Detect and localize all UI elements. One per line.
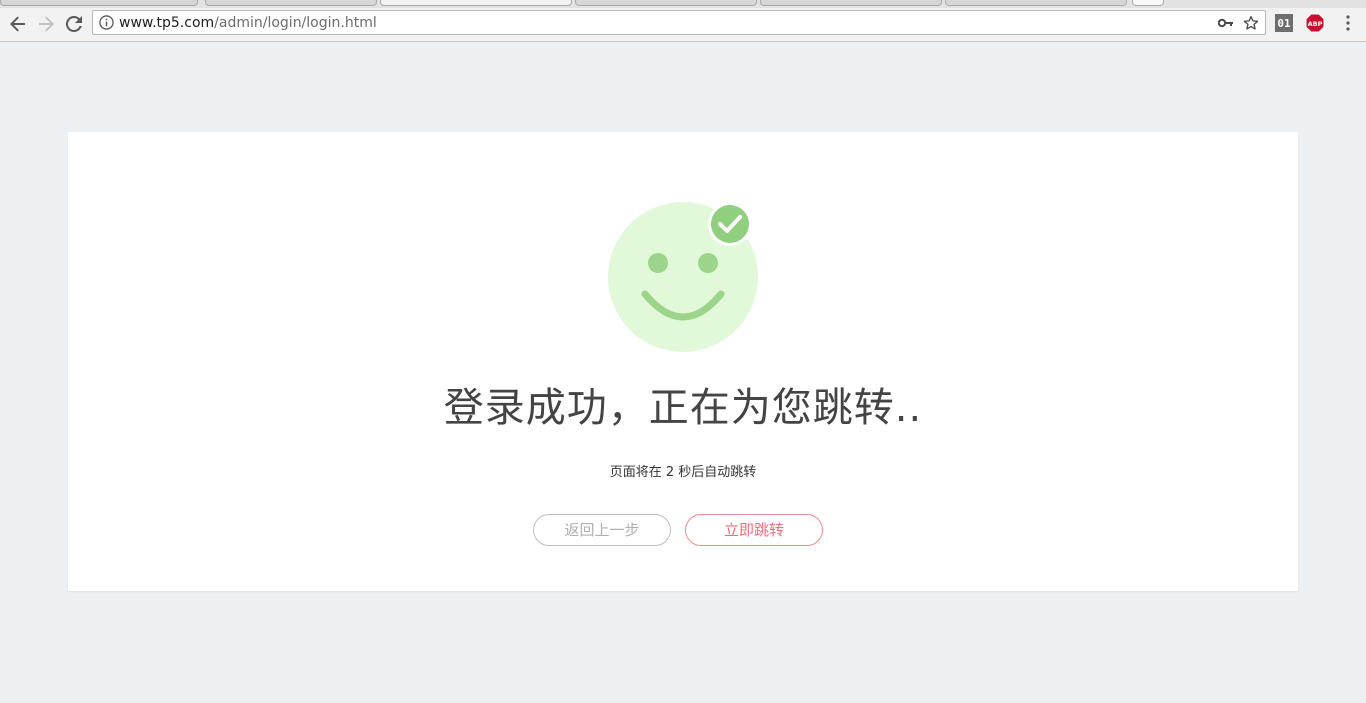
countdown-prefix: 页面将在 — [609, 465, 662, 480]
bookmark-star-button[interactable] — [1242, 14, 1260, 32]
new-tab-button[interactable] — [1132, 0, 1164, 6]
browser-tab[interactable] — [0, 0, 198, 6]
reload-icon — [66, 16, 82, 32]
forward-button[interactable] — [33, 11, 59, 37]
extension-counter-button[interactable]: 01 — [1275, 14, 1293, 32]
more-vertical-icon — [1346, 15, 1350, 31]
back-button[interactable] — [5, 11, 31, 37]
success-headline: 登录成功，正在为您跳转.. — [443, 385, 923, 431]
back-step-button[interactable]: 返回上一步 — [533, 514, 671, 546]
url-text[interactable]: www.tp5.com/admin/login/login.html — [119, 14, 377, 32]
address-bar[interactable]: www.tp5.com/admin/login/login.html — [92, 10, 1266, 35]
star-icon — [1243, 16, 1259, 30]
check-badge-icon — [708, 202, 752, 246]
countdown-suffix: 秒后自动跳转 — [678, 465, 757, 480]
url-domain: www.tp5.com — [119, 15, 215, 31]
key-icon — [1218, 18, 1233, 28]
browser-tab-active[interactable] — [380, 0, 572, 6]
adblock-plus-icon: ABP — [1305, 13, 1325, 33]
browser-menu-button[interactable] — [1338, 13, 1358, 33]
browser-tab[interactable] — [575, 0, 757, 6]
url-path: /admin/login/login.html — [214, 15, 377, 31]
password-key-button[interactable] — [1217, 14, 1235, 32]
browser-toolbar: www.tp5.com/admin/login/login.html 01 AB… — [0, 8, 1366, 42]
browser-tab[interactable] — [760, 0, 942, 6]
tab-strip — [0, 0, 1366, 8]
countdown-seconds: 2 — [665, 465, 675, 480]
browser-tab[interactable] — [205, 0, 377, 6]
adblock-plus-button[interactable]: ABP — [1305, 13, 1325, 33]
info-icon[interactable] — [99, 15, 114, 30]
browser-tab[interactable] — [945, 0, 1127, 6]
reload-button[interactable] — [61, 11, 87, 37]
smiley-face-icon — [608, 202, 758, 352]
arrow-left-icon — [10, 16, 25, 32]
countdown-text: 页面将在 2 秒后自动跳转 — [68, 464, 1298, 482]
jump-now-button[interactable]: 立即跳转 — [685, 514, 823, 546]
extension-counter-label: 01 — [1277, 16, 1291, 30]
adblock-plus-label: ABP — [1308, 20, 1323, 28]
arrow-right-icon — [39, 16, 54, 32]
redirect-card: 登录成功，正在为您跳转.. 页面将在 2 秒后自动跳转 返回上一步 立即跳转 — [68, 132, 1298, 591]
